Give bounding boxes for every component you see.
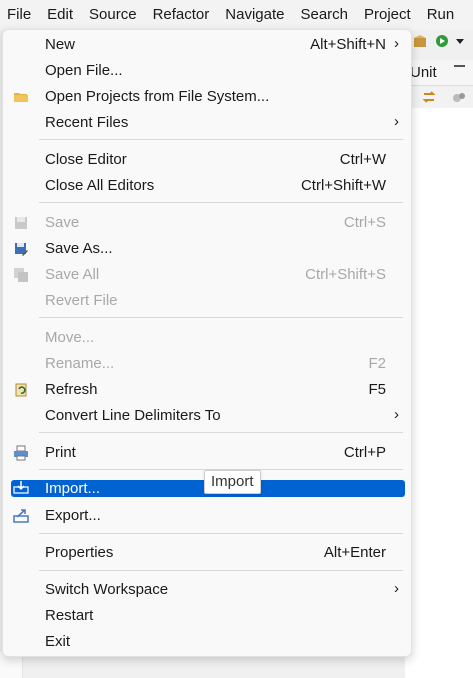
menu-separator [39, 533, 403, 534]
menu-item-open-file[interactable]: Open File... [7, 58, 405, 84]
menu-item-save-as[interactable]: Save As... [7, 236, 405, 262]
menu-item-label: Rename... [45, 355, 115, 372]
save-all-icon [14, 268, 28, 282]
menu-item-save[interactable]: Save Ctrl+S [7, 210, 405, 236]
menu-item-refresh[interactable]: Refresh F5 [7, 377, 405, 403]
menu-item-label: Switch Workspace [45, 581, 169, 598]
menu-item-label: Exit [45, 633, 71, 650]
menu-item-accelerator: Ctrl+W [339, 151, 386, 168]
menu-item-restart[interactable]: Restart [7, 603, 405, 629]
menu-separator [39, 139, 403, 140]
file-menu: New Alt+Shift+N › Open File... Open Proj… [2, 29, 412, 657]
menu-item-label: Properties [45, 544, 114, 561]
sync-icon[interactable] [421, 89, 437, 105]
menu-file[interactable]: File [0, 0, 39, 30]
menu-item-label: Close Editor [45, 151, 127, 168]
save-as-icon [15, 243, 28, 256]
import-icon [13, 481, 29, 494]
menu-item-label: Print [45, 444, 76, 461]
menu-item-accelerator: Ctrl+P [343, 444, 386, 461]
submenu-arrow-icon: › [394, 406, 399, 423]
menu-item-accelerator: F5 [368, 381, 386, 398]
menu-item-label: Move... [45, 329, 95, 346]
menu-separator [39, 202, 403, 203]
menu-item-accelerator: Ctrl+S [343, 214, 386, 231]
menu-refactor[interactable]: Refactor [145, 0, 218, 30]
menu-item-switch-workspace[interactable]: Switch Workspace › [7, 577, 405, 603]
run-icon[interactable] [435, 34, 449, 48]
menu-item-label: Open Projects from File System... [45, 88, 270, 105]
view-tab[interactable]: Unit [405, 60, 473, 86]
menu-item-new[interactable]: New Alt+Shift+N › [7, 32, 405, 58]
history-icon[interactable] [451, 89, 467, 105]
menu-item-label: Refresh [45, 381, 98, 398]
menu-item-accelerator: Alt+Enter [323, 544, 386, 561]
menu-project[interactable]: Project [356, 0, 419, 30]
folder-icon [14, 93, 28, 102]
menu-item-accelerator: F2 [368, 355, 386, 372]
menu-item-accelerator: Ctrl+Shift+W [300, 177, 386, 194]
menu-item-save-all[interactable]: Save All Ctrl+Shift+S [7, 262, 405, 288]
menu-item-label: Recent Files [45, 114, 129, 131]
menu-item-export[interactable]: Export... [7, 503, 405, 529]
menu-item-move[interactable]: Move... [7, 325, 405, 351]
menu-item-recent-files[interactable]: Recent Files › [7, 110, 405, 136]
menu-separator [39, 317, 403, 318]
menu-item-label: Revert File [45, 292, 118, 309]
export-icon [13, 509, 29, 523]
menu-run[interactable]: Run [419, 0, 463, 30]
submenu-arrow-icon: › [394, 580, 399, 597]
menu-item-exit[interactable]: Exit [7, 629, 405, 655]
main-toolbar [411, 32, 473, 52]
menu-item-label: Restart [45, 607, 94, 624]
menu-item-print[interactable]: Print Ctrl+P [7, 440, 405, 466]
dropdown-arrow-icon[interactable] [453, 34, 467, 48]
menu-item-label: Export... [45, 507, 101, 524]
menu-item-label: Open File... [45, 62, 123, 79]
printer-icon [14, 445, 28, 461]
menu-item-open-projects[interactable]: Open Projects from File System... [7, 84, 405, 110]
menu-item-label: Convert Line Delimiters To [45, 407, 221, 424]
menu-item-accelerator: Alt+Shift+N [310, 36, 386, 53]
menu-separator [39, 570, 403, 571]
menu-item-label: Close All Editors [45, 177, 155, 194]
menu-item-label: Save [45, 214, 80, 231]
menu-bar: File Edit Source Refactor Navigate Searc… [0, 0, 473, 30]
menu-navigate[interactable]: Navigate [217, 0, 292, 30]
save-disk-icon [15, 217, 27, 229]
menu-edit[interactable]: Edit [39, 0, 81, 30]
submenu-arrow-icon: › [394, 113, 399, 130]
view-tab-label: Unit [410, 64, 437, 81]
editor-area[interactable] [405, 108, 473, 678]
submenu-arrow-icon: › [394, 35, 399, 52]
tooltip: Import [204, 470, 261, 494]
menu-item-revert-file[interactable]: Revert File [7, 288, 405, 314]
refresh-icon [15, 383, 27, 397]
menu-item-rename[interactable]: Rename... F2 [7, 351, 405, 377]
menu-source[interactable]: Source [81, 0, 145, 30]
menu-item-label: Save As... [45, 240, 113, 257]
menu-item-label: Import... [45, 480, 101, 497]
menu-item-label: Save All [45, 266, 100, 283]
menu-item-close-all-editors[interactable]: Close All Editors Ctrl+Shift+W [7, 173, 405, 199]
menu-item-properties[interactable]: Properties Alt+Enter [7, 540, 405, 566]
menu-item-close-editor[interactable]: Close Editor Ctrl+W [7, 147, 405, 173]
menu-item-accelerator: Ctrl+Shift+S [305, 266, 386, 283]
package-icon[interactable] [413, 34, 427, 48]
menu-separator [39, 432, 403, 433]
menu-search[interactable]: Search [292, 0, 356, 30]
minimize-icon[interactable] [454, 63, 465, 67]
menu-item-label: New [45, 36, 76, 53]
view-toolbar [405, 86, 473, 109]
menu-item-convert-line-delimiters[interactable]: Convert Line Delimiters To › [7, 403, 405, 429]
